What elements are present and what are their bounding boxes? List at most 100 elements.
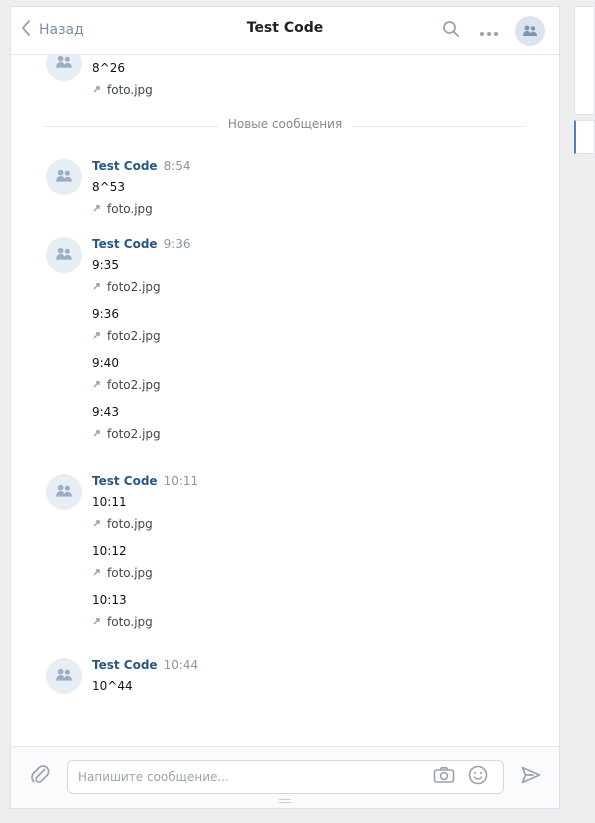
message-body: Test Code 9:36 9:35 foto2.jpg 9:36 foto2… [92, 237, 512, 443]
camera-icon [433, 766, 455, 788]
new-messages-label: Новые сообщения [217, 117, 353, 131]
message-item: 9:43 foto2.jpg [92, 403, 512, 443]
attachment-name: foto.jpg [107, 566, 153, 580]
search-button[interactable] [439, 19, 463, 43]
chat-history[interactable]: Новые сообщения 8^26 foto.jpg Test Code … [11, 55, 559, 747]
attachment-name: foto2.jpg [107, 329, 161, 343]
chat-header: Назад Test Code [11, 7, 559, 55]
attachment-link[interactable]: foto.jpg [92, 81, 512, 99]
message-text: 10:13 [92, 593, 127, 607]
more-icon [479, 22, 499, 41]
message-avatar [46, 237, 82, 273]
messenger-app: Назад Test Code Новые сообщения 8^26 fot… [0, 0, 595, 823]
author-name[interactable]: Test Code [92, 237, 158, 251]
message-item: 10:12 foto.jpg [92, 542, 512, 582]
attachment-link[interactable]: foto2.jpg [92, 376, 512, 394]
message-avatar [46, 159, 82, 195]
attachment-link[interactable]: foto2.jpg [92, 278, 512, 296]
message-text: 8^53 [92, 180, 125, 194]
attachment-name: foto.jpg [107, 517, 153, 531]
more-button[interactable] [477, 19, 501, 43]
file-link-icon [92, 83, 107, 97]
search-icon [442, 20, 460, 42]
message-item: 9:36 foto2.jpg [92, 305, 512, 345]
back-label: Назад [39, 22, 84, 38]
message-item: 8^26 foto.jpg [92, 59, 512, 99]
attachment-name: foto2.jpg [107, 378, 161, 392]
resize-handle[interactable] [279, 798, 291, 804]
author-name[interactable]: Test Code [92, 159, 158, 173]
people-icon [55, 55, 73, 73]
emoji-icon [468, 765, 488, 789]
message-time: 10:11 [163, 474, 199, 488]
attachment-link[interactable]: foto.jpg [92, 515, 512, 533]
message-item: 8^53 foto.jpg [92, 178, 512, 218]
file-link-icon [92, 517, 107, 531]
message-time: 8:54 [163, 159, 191, 173]
people-icon [522, 22, 538, 41]
message-body: 8^26 foto.jpg [92, 59, 512, 99]
attachment-name: foto2.jpg [107, 280, 161, 294]
people-icon [55, 483, 73, 502]
message-item: 10^44 [92, 677, 512, 695]
message-text: 9:40 [92, 356, 119, 370]
attachment-name: foto.jpg [107, 202, 153, 216]
attachment-name: foto.jpg [107, 615, 153, 629]
chevron-left-icon [21, 20, 39, 40]
message-text: 8^26 [92, 61, 125, 75]
attachment-link[interactable]: foto.jpg [92, 613, 512, 631]
message-header: Test Code 8:54 [92, 159, 512, 177]
message-text: 10^44 [92, 679, 133, 693]
file-link-icon [92, 566, 107, 580]
file-link-icon [92, 329, 107, 343]
attachment-name: foto2.jpg [107, 427, 161, 441]
attachment-link[interactable]: foto.jpg [92, 200, 512, 218]
message-item: 9:40 foto2.jpg [92, 354, 512, 394]
attachment-link[interactable]: foto.jpg [92, 564, 512, 582]
message-header: Test Code 10:44 [92, 658, 512, 676]
author-name[interactable]: Test Code [92, 658, 158, 672]
message-body: Test Code 10:44 10^44 [92, 658, 512, 695]
chat-avatar[interactable] [515, 16, 545, 46]
message-avatar [46, 55, 82, 81]
message-item: 9:35 foto2.jpg [92, 256, 512, 296]
attachment-name: foto.jpg [107, 83, 153, 97]
author-name[interactable]: Test Code [92, 474, 158, 488]
camera-button[interactable] [433, 767, 455, 787]
attach-button[interactable] [28, 764, 52, 788]
message-text: 9:36 [92, 307, 119, 321]
attachment-link[interactable]: foto2.jpg [92, 425, 512, 443]
message-time: 10:44 [163, 658, 199, 672]
message-avatar [46, 658, 82, 694]
file-link-icon [92, 615, 107, 629]
message-header: Test Code 9:36 [92, 237, 512, 255]
chat-panel: Назад Test Code Новые сообщения 8^26 fot… [10, 6, 560, 809]
back-button[interactable]: Назад [21, 17, 84, 43]
paperclip-icon [30, 763, 50, 789]
send-button[interactable] [519, 765, 543, 789]
message-body: Test Code 8:54 8^53 foto.jpg [92, 159, 512, 218]
message-item: 10:11 foto.jpg [92, 493, 512, 533]
message-text: 10:11 [92, 495, 127, 509]
people-icon [55, 246, 73, 265]
file-link-icon [92, 427, 107, 441]
message-composer [11, 746, 559, 808]
attachment-link[interactable]: foto2.jpg [92, 327, 512, 345]
message-body: Test Code 10:11 10:11 foto.jpg 10:12 fot… [92, 474, 512, 631]
message-input[interactable] [68, 761, 428, 793]
side-panel-selected-item[interactable] [574, 120, 595, 154]
message-item: 10:13 foto.jpg [92, 591, 512, 631]
file-link-icon [92, 378, 107, 392]
message-header: Test Code 10:11 [92, 474, 512, 492]
message-input-box [67, 760, 504, 794]
message-text: 9:35 [92, 258, 119, 272]
message-avatar [46, 474, 82, 510]
people-icon [55, 168, 73, 187]
file-link-icon [92, 202, 107, 216]
send-icon [521, 766, 541, 788]
message-text: 10:12 [92, 544, 127, 558]
header-actions [439, 15, 545, 47]
emoji-button[interactable] [467, 765, 489, 789]
side-panel-card [574, 6, 595, 115]
file-link-icon [92, 280, 107, 294]
